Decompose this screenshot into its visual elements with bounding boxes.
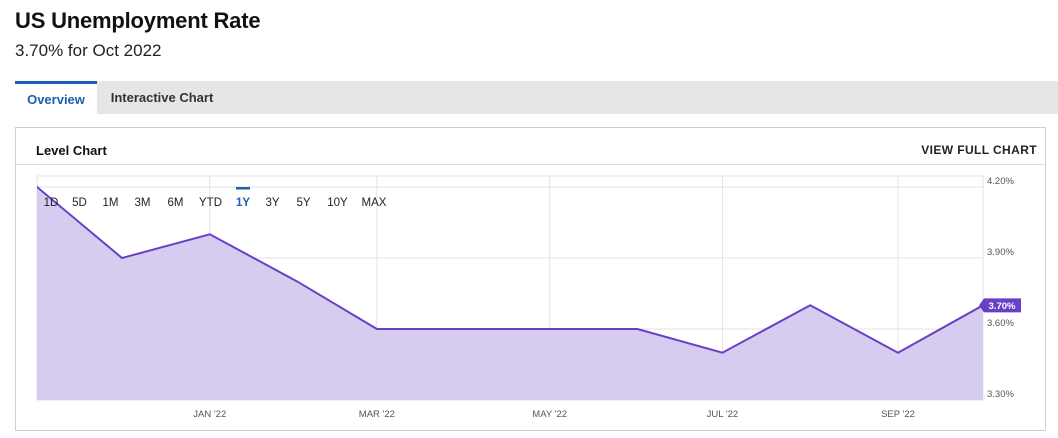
range-button-label: MAX	[362, 197, 387, 209]
range-active-indicator	[236, 187, 250, 190]
x-axis-ticks: JAN '22 MAR '22 MAY '22 JUL '22 SEP '22	[193, 409, 915, 420]
range-button-label: 1M	[103, 197, 119, 209]
level-chart-panel: Level Chart VIEW FULL CHART JAN '22 MAR '…	[15, 127, 1046, 431]
range-button-label: 10Y	[327, 197, 348, 209]
y-tick-label: 4.20%	[987, 176, 1014, 187]
y-tick-label: 3.60%	[987, 318, 1014, 329]
range-button-label: YTD	[199, 197, 222, 209]
range-button-ytd[interactable]: YTD	[199, 197, 222, 209]
range-button-label: 6M	[168, 197, 184, 209]
range-button-label: 5D	[72, 197, 87, 209]
range-button-label: 1Y	[236, 197, 250, 209]
last-value-label: 3.70%	[989, 301, 1016, 312]
level-chart: JAN '22 MAR '22 MAY '22 JUL '22 SEP '22 4.20…	[36, 175, 1021, 420]
tab-bar: Overview Interactive Chart	[15, 81, 1058, 114]
y-axis-ticks: 4.20% 3.90% 3.60% 3.30%	[987, 176, 1014, 400]
page-title: US Unemployment Rate	[15, 8, 261, 33]
range-button-3y[interactable]: 3Y	[265, 197, 279, 209]
tab-overview[interactable]: Overview	[15, 81, 97, 114]
x-tick-label: MAY '22	[532, 409, 567, 420]
range-button-3m[interactable]: 3M	[135, 197, 151, 209]
range-button-5y[interactable]: 5Y	[296, 197, 310, 209]
last-value-badge: 3.70%	[979, 298, 1021, 313]
range-selector: 1D 5D 1M 3M 6M YTD 1Y 3Y 5Y 10Y MAX	[44, 187, 387, 209]
area-fill	[37, 187, 983, 400]
x-tick-label: SEP '22	[881, 409, 915, 420]
range-button-5d[interactable]: 5D	[72, 197, 87, 209]
range-button-label: 3Y	[265, 197, 279, 209]
y-tick-label: 3.30%	[987, 389, 1014, 400]
range-button-1m[interactable]: 1M	[103, 197, 119, 209]
x-tick-label: JAN '22	[193, 409, 226, 420]
x-tick-label: JUL '22	[707, 409, 739, 420]
range-button-label: 5Y	[296, 197, 310, 209]
range-button-1d[interactable]: 1D	[44, 197, 59, 209]
y-tick-label: 3.90%	[987, 247, 1014, 258]
range-button-max[interactable]: MAX	[362, 197, 387, 209]
tab-interactive-chart[interactable]: Interactive Chart	[105, 81, 219, 114]
range-button-6m[interactable]: 6M	[168, 197, 184, 209]
range-button-label: 1D	[44, 197, 59, 209]
range-button-10y[interactable]: 10Y	[327, 197, 348, 209]
page-subtitle: 3.70% for Oct 2022	[15, 41, 162, 60]
x-tick-label: MAR '22	[359, 409, 395, 420]
range-button-label: 3M	[135, 197, 151, 209]
range-button-1y[interactable]: 1Y	[236, 187, 250, 209]
